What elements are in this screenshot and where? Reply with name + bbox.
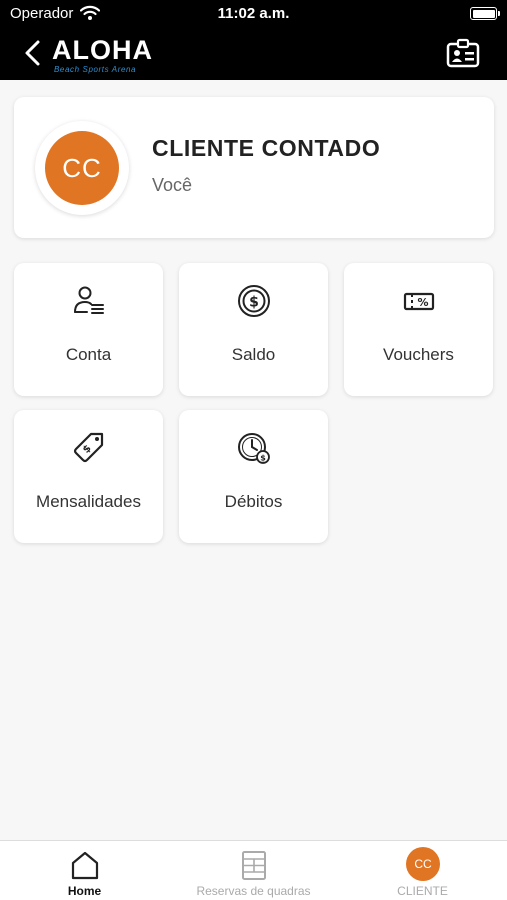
- battery-icon: [470, 7, 500, 20]
- profile-card: CC CLIENTE CONTADO Você: [14, 97, 494, 238]
- mensalidades-tile[interactable]: $ Mensalidades: [14, 410, 163, 543]
- logo-wordmark: ALOHA: [52, 35, 153, 65]
- debitos-tile[interactable]: $ Débitos: [179, 410, 328, 543]
- user-account-icon: [74, 286, 104, 314]
- court-icon: [242, 851, 266, 880]
- svg-text:$: $: [249, 295, 259, 311]
- tab-bar: Home Reservas de quadras CC CLIENTE: [0, 840, 507, 900]
- back-chevron-icon[interactable]: [22, 38, 44, 68]
- app-header: ALOHA Beach Sports Arena: [0, 28, 507, 80]
- tab-cliente-label: CLIENTE: [397, 884, 448, 898]
- coin-dollar-icon: $: [238, 285, 270, 317]
- conta-label: Conta: [65, 345, 112, 364]
- svg-text:%: %: [417, 296, 428, 309]
- avatar-ring: CC: [35, 121, 129, 215]
- svg-text:$: $: [260, 454, 266, 463]
- tab-reservas-label: Reservas de quadras: [196, 884, 311, 898]
- status-time: 11:02 a.m.: [217, 5, 290, 22]
- tab-home-label: Home: [67, 884, 102, 898]
- price-tag-icon: $: [73, 432, 104, 463]
- status-bar: Operador 11:02 a.m.: [0, 0, 507, 28]
- mensalidades-label: Mensalidades: [36, 492, 141, 511]
- home-icon: [71, 851, 99, 880]
- profile-name: CLIENTE CONTADO: [152, 135, 381, 161]
- tab-reservas[interactable]: Reservas de quadras: [169, 841, 338, 900]
- id-card-icon[interactable]: [445, 38, 481, 70]
- conta-tile[interactable]: Conta: [14, 263, 163, 396]
- vouchers-tile[interactable]: % Vouchers: [344, 263, 493, 396]
- tab-avatar: CC: [406, 847, 440, 881]
- saldo-label: Saldo: [231, 345, 276, 364]
- aloha-logo: ALOHA Beach Sports Arena: [50, 30, 160, 78]
- clock-debt-icon: $: [238, 433, 270, 464]
- tab-cliente[interactable]: CC CLIENTE: [338, 841, 507, 900]
- tab-home[interactable]: Home: [0, 841, 169, 900]
- logo-subtitle: Beach Sports Arena: [54, 65, 137, 74]
- voucher-ticket-icon: %: [403, 292, 435, 311]
- saldo-tile[interactable]: $ Saldo: [179, 263, 328, 396]
- avatar: CC: [45, 131, 119, 205]
- debitos-label: Débitos: [224, 492, 283, 511]
- profile-role: Você: [152, 175, 193, 195]
- vouchers-label: Vouchers: [383, 345, 454, 364]
